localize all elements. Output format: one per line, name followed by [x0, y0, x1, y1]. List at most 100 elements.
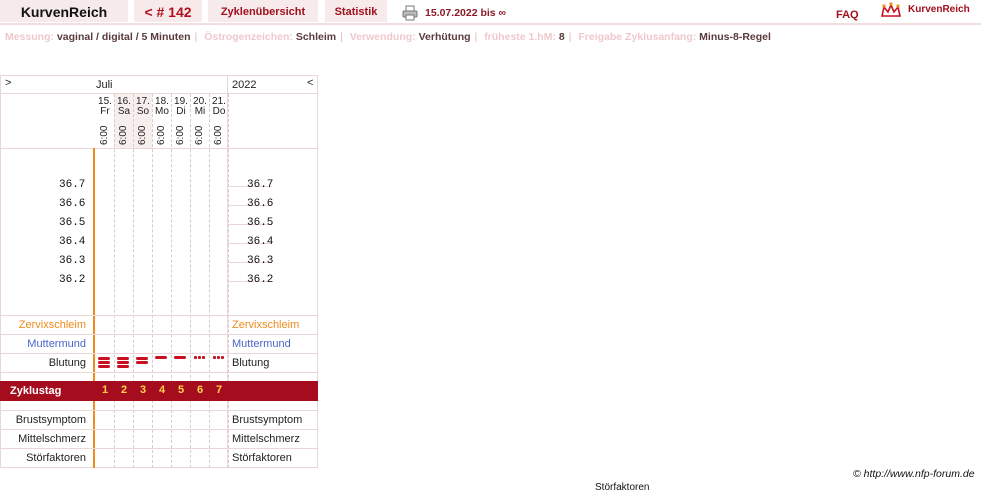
copyright-footer[interactable]: © http://www.nfp-forum.de	[853, 468, 975, 480]
temp-tick-left: 36.5	[59, 217, 86, 229]
grid-line	[0, 148, 318, 149]
tab-statistics-label: Statistik	[334, 6, 378, 18]
brand-tab[interactable]: KurvenReich	[0, 0, 128, 22]
setting-value: Minus-8-Regel	[699, 31, 771, 43]
cycle-day-number[interactable]: 5	[172, 384, 190, 396]
month-label: Juli	[96, 79, 113, 91]
grid-line	[0, 410, 318, 411]
day-weekday: Fr	[100, 106, 110, 117]
grid-line	[0, 315, 318, 316]
setting-value: vaginal / digital / 5 Minuten	[56, 31, 191, 43]
settings-line: Messung: vaginal / digital / 5 Minuten | …	[5, 31, 771, 43]
grid-line	[0, 429, 318, 430]
measure-time: 6:00	[194, 125, 205, 145]
cycle-day-number[interactable]: 3	[134, 384, 152, 396]
temp-tick-right: 36.5	[247, 217, 274, 229]
cycle-start-line	[93, 148, 95, 468]
row-label-cervical-fluid: Zervixschleim	[18, 319, 86, 331]
date-range: 15.07.2022 bis ∞	[425, 7, 507, 19]
day-weekday: Mi	[194, 106, 206, 117]
crown-icon	[880, 2, 902, 21]
cycle-day-number[interactable]: 4	[153, 384, 171, 396]
bleeding-medium-mark	[136, 357, 148, 360]
brand-label: KurvenReich	[20, 4, 108, 20]
bleeding-heavy-mark	[117, 361, 129, 364]
tab-cycle-overview[interactable]: Zyklenübersicht	[208, 0, 318, 22]
row-label-disturbances: Störfaktoren	[26, 452, 86, 464]
setting-value: Schleim	[295, 31, 337, 43]
day-column-line	[152, 94, 153, 468]
bleeding-spot-mark	[221, 356, 224, 359]
day-weekday: Di	[176, 106, 186, 117]
row-label-breast-right: Brustsymptom	[232, 414, 303, 426]
row-label-disturbances-right: Störfaktoren	[232, 452, 292, 464]
logo-text[interactable]: KurvenReich	[908, 4, 970, 15]
temp-tick-right: 36.2	[247, 274, 274, 286]
row-label-cervical-fluid-right: Zervixschleim	[232, 319, 300, 331]
measure-time: 6:00	[156, 125, 167, 145]
day-weekday: Do	[212, 106, 226, 117]
tab-statistics[interactable]: Statistik	[325, 0, 387, 22]
cycle-day-number[interactable]: 6	[191, 384, 209, 396]
setting-key: Freigabe Zyklusanfang:	[578, 31, 697, 43]
bleeding-spot-mark	[198, 356, 201, 359]
cycle-day-number[interactable]: 2	[115, 384, 133, 396]
row-label-bleeding-right: Blutung	[232, 357, 270, 369]
measure-time: 6:00	[213, 125, 224, 145]
temp-tick-left: 36.2	[59, 274, 86, 286]
row-label-breast: Brustsymptom	[15, 414, 86, 426]
setting-key: Verwendung:	[349, 31, 416, 43]
setting-value: Verhütung	[418, 31, 471, 43]
row-label-cervix: Muttermund	[27, 338, 86, 350]
next-cycle-arrow[interactable]: <	[307, 77, 313, 89]
row-label-mittelschmerz: Mittelschmerz	[18, 433, 86, 445]
row-label-cycle-day: Zyklustag	[10, 385, 62, 397]
temp-tick-left: 36.6	[59, 198, 86, 210]
grid-line	[0, 353, 318, 354]
measure-time: 6:00	[118, 125, 129, 145]
cycle-day-number[interactable]: 7	[210, 384, 228, 396]
setting-key: Messung:	[5, 31, 55, 43]
day-weekday: So	[136, 106, 150, 117]
day-column-line	[114, 94, 115, 468]
temp-tick-right: 36.7	[247, 179, 274, 191]
faq-link[interactable]: FAQ	[836, 9, 859, 21]
disturbances-legend-cut: Störfaktoren	[595, 482, 650, 493]
bleeding-heavy-mark	[98, 357, 110, 360]
year-label: 2022	[232, 79, 257, 91]
bleeding-heavy-mark	[98, 361, 110, 364]
row-label-bleeding: Blutung	[48, 357, 86, 369]
bleeding-heavy-mark	[117, 357, 129, 360]
bleeding-spot-mark	[194, 356, 197, 359]
setting-key: Östrogenzeichen:	[204, 31, 293, 43]
printer-icon[interactable]	[402, 5, 418, 24]
day-weekday: Sa	[117, 106, 131, 117]
cycle-number-tab[interactable]: < # 142	[134, 0, 202, 22]
row-label-mittelschmerz-right: Mittelschmerz	[232, 433, 300, 445]
day-column-line	[209, 94, 210, 468]
day-weekday: Mo	[155, 106, 169, 117]
bleeding-spot-mark	[213, 356, 216, 359]
setting-value: 8	[558, 31, 565, 43]
temp-tick-left: 36.3	[59, 255, 86, 267]
temp-tick-right: 36.4	[247, 236, 274, 248]
cycle-day-number[interactable]: 1	[96, 384, 114, 396]
temp-tick-right: 36.6	[247, 198, 274, 210]
bleeding-spot-mark	[217, 356, 220, 359]
setting-key: früheste 1.hM:	[484, 31, 556, 43]
bleeding-light-mark	[174, 356, 186, 359]
measure-time: 6:00	[175, 125, 186, 145]
grid-line	[0, 334, 318, 335]
grid-line	[0, 448, 318, 449]
bleeding-light-mark	[155, 356, 167, 359]
day-column-line	[133, 94, 134, 468]
bleeding-spot-mark	[202, 356, 205, 359]
temp-tick-right: 36.3	[247, 255, 274, 267]
bleeding-medium-mark	[136, 361, 148, 364]
bleeding-heavy-mark	[117, 365, 129, 368]
bleeding-heavy-mark	[98, 365, 110, 368]
prev-cycle-arrow[interactable]: >	[5, 77, 11, 89]
grid-line	[0, 372, 318, 373]
header-divider	[0, 23, 981, 25]
temp-tick-left: 36.7	[59, 179, 86, 191]
